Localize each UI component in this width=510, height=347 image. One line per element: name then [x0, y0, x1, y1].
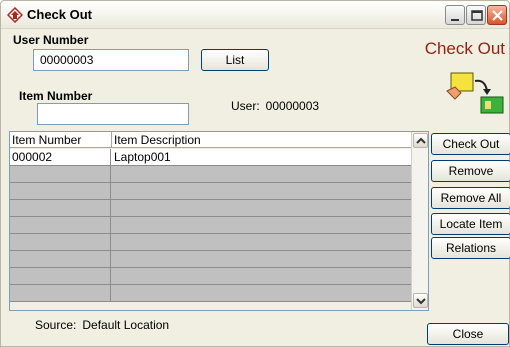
minimize-button[interactable] [445, 5, 465, 25]
cell-item-description [112, 251, 412, 267]
cell-item-number [10, 234, 111, 250]
chevron-down-icon [416, 298, 426, 305]
scroll-up-button[interactable] [413, 133, 428, 148]
cell-item-description [112, 268, 412, 284]
table-row[interactable] [10, 200, 412, 217]
table-row[interactable] [10, 251, 412, 268]
window-title: Check Out [27, 7, 93, 22]
item-number-input[interactable] [37, 103, 189, 125]
checkout-illustration-icon [446, 72, 504, 114]
checkout-app-icon [7, 7, 23, 23]
cell-item-description [112, 183, 412, 199]
remove-all-button[interactable]: Remove All [431, 187, 510, 209]
source-value: Default Location [82, 318, 170, 332]
cell-item-number [10, 200, 111, 216]
cell-item-description [112, 234, 412, 250]
table-row[interactable] [10, 217, 412, 234]
close-icon [492, 10, 503, 21]
user-info-label: User: [231, 99, 260, 113]
table-row[interactable] [10, 234, 412, 251]
item-number-label: Item Number [19, 89, 93, 103]
table-row[interactable] [10, 166, 412, 183]
table-body: 000002 Laptop001 [10, 149, 412, 302]
cell-item-number [10, 285, 111, 301]
source-label: Source: [35, 318, 77, 332]
cell-item-description [112, 285, 412, 301]
cell-item-number [10, 217, 111, 233]
chevron-up-icon [416, 137, 426, 144]
cell-item-description: Laptop001 [114, 150, 171, 164]
check-out-button[interactable]: Check Out [431, 133, 510, 155]
table-row[interactable]: 000002 Laptop001 [10, 149, 412, 166]
scroll-down-button[interactable] [413, 293, 428, 308]
cell-item-number [10, 251, 111, 267]
user-number-input[interactable]: 00000003 [33, 49, 189, 71]
user-info-value: 00000003 [265, 99, 320, 113]
cell-item-description [112, 166, 412, 182]
user-info: User: 00000003 [231, 99, 319, 113]
list-button[interactable]: List [201, 49, 269, 71]
relations-button-label: Relations [445, 241, 497, 255]
remove-all-button-label: Remove All [440, 191, 502, 205]
checkout-window: Check Out User Number 00000003 List Chec… [0, 0, 510, 347]
column-divider[interactable] [111, 132, 112, 148]
relations-button[interactable]: Relations [431, 237, 510, 259]
table-scrollbar[interactable] [411, 132, 428, 310]
maximize-icon [471, 10, 483, 21]
remove-button[interactable]: Remove [431, 160, 510, 182]
list-button-label: List [225, 53, 245, 67]
page-title: Check Out [424, 39, 505, 58]
table-header: Item Number Item Description [10, 132, 412, 148]
column-header-item-description[interactable]: Item Description [114, 133, 201, 147]
column-header-item-number[interactable]: Item Number [12, 133, 81, 147]
locate-item-button-label: Locate Item [439, 217, 503, 231]
remove-button-label: Remove [448, 164, 494, 178]
cell-item-number [10, 183, 111, 199]
close-button[interactable]: Close [427, 323, 509, 345]
items-table: Item Number Item Description 000002 Lapt… [9, 131, 429, 311]
table-row[interactable] [10, 285, 412, 302]
close-window-button[interactable] [487, 5, 507, 25]
minimize-icon [451, 19, 459, 21]
title-bar[interactable]: Check Out [1, 1, 509, 29]
cell-item-number: 000002 [10, 149, 111, 165]
table-row[interactable] [10, 268, 412, 285]
maximize-button[interactable] [466, 5, 486, 25]
cell-item-number [10, 166, 111, 182]
table-row[interactable] [10, 183, 412, 200]
locate-item-button[interactable]: Locate Item [431, 213, 510, 235]
source-info: Source: Default Location [35, 318, 169, 332]
check-out-button-label: Check Out [442, 137, 500, 151]
cell-item-description [112, 217, 412, 233]
user-number-label: User Number [13, 33, 89, 47]
cell-item-number [10, 268, 111, 284]
cell-item-description [112, 200, 412, 216]
close-button-label: Close [452, 327, 484, 341]
